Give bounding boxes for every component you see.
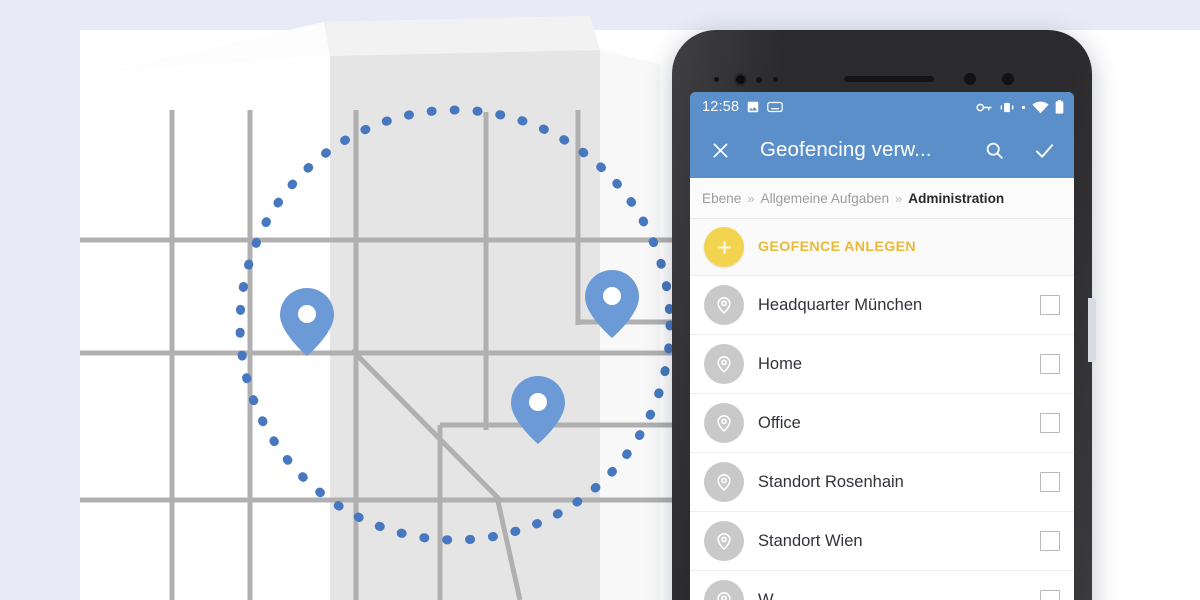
sensor-icon <box>773 77 778 82</box>
list-item[interactable]: Headquarter München <box>690 276 1074 335</box>
android-smartphone: 12:58 Geofencing verw... Ebene » Allgeme… <box>672 30 1096 600</box>
app-bar-title: Geofencing verw... <box>760 138 932 161</box>
breadcrumb-separator: » <box>747 190 755 206</box>
list-item-label: Office <box>758 413 801 432</box>
list-item[interactable]: W <box>690 571 1074 600</box>
sensor-icon <box>714 77 719 82</box>
list-item-label: W <box>758 590 774 600</box>
location-pin-icon <box>704 403 744 443</box>
plus-icon[interactable] <box>704 227 744 267</box>
status-bar-left: 12:58 <box>702 99 784 115</box>
list-item[interactable]: Office <box>690 394 1074 453</box>
earpiece-speaker <box>844 76 934 82</box>
list-item[interactable]: Standort Rosenhain <box>690 453 1074 512</box>
phone-bezel-hardware <box>672 66 1092 92</box>
app-bar: Geofencing verw... <box>690 122 1074 178</box>
keyboard-icon <box>767 101 784 113</box>
location-pin-icon <box>704 285 744 325</box>
image-icon <box>746 100 760 114</box>
list-item[interactable]: Home <box>690 335 1074 394</box>
create-geofence-button[interactable]: GEOFENCE ANLEGEN <box>690 219 1074 276</box>
proximity-sensor-icon <box>964 73 976 85</box>
breadcrumb: Ebene » Allgemeine Aufgaben » Administra… <box>690 178 1074 219</box>
list-item-checkbox[interactable] <box>1040 531 1060 551</box>
confirm-check-icon[interactable] <box>1028 134 1060 166</box>
screenshot-root: 12:58 Geofencing verw... Ebene » Allgeme… <box>0 0 1200 600</box>
location-pin-icon <box>704 344 744 384</box>
close-icon[interactable] <box>704 134 736 166</box>
list-item-label: Headquarter München <box>758 295 923 314</box>
location-pin-icon <box>704 580 744 600</box>
create-geofence-label: GEOFENCE ANLEGEN <box>758 239 916 255</box>
list-item[interactable]: Standort Wien <box>690 512 1074 571</box>
location-pin-icon <box>704 521 744 561</box>
breadcrumb-item-ebene[interactable]: Ebene <box>702 191 741 206</box>
sensor-icon <box>756 77 762 83</box>
vibrate-icon <box>999 101 1015 114</box>
list-item-checkbox[interactable] <box>1040 590 1060 600</box>
status-bar-right <box>976 100 1064 114</box>
status-bar: 12:58 <box>690 92 1074 122</box>
dot-icon <box>1021 105 1026 110</box>
list-item-label: Standort Rosenhain <box>758 472 904 491</box>
list-item-label: Home <box>758 354 803 373</box>
breadcrumb-item-allgemeine-aufgaben[interactable]: Allgemeine Aufgaben <box>761 191 889 206</box>
front-camera-icon <box>734 73 747 86</box>
geofence-list: Headquarter München Home Office Standort… <box>690 276 1074 600</box>
battery-icon <box>1055 100 1064 114</box>
power-button[interactable] <box>1088 298 1096 362</box>
vpn-key-icon <box>976 102 993 113</box>
light-sensor-icon <box>1002 73 1014 85</box>
phone-screen: 12:58 Geofencing verw... Ebene » Allgeme… <box>690 92 1074 600</box>
list-item-checkbox[interactable] <box>1040 472 1060 492</box>
location-pin-icon <box>704 462 744 502</box>
breadcrumb-item-administration[interactable]: Administration <box>908 191 1004 206</box>
status-time: 12:58 <box>702 99 740 115</box>
list-item-checkbox[interactable] <box>1040 413 1060 433</box>
list-item-checkbox[interactable] <box>1040 295 1060 315</box>
list-item-label: Standort Wien <box>758 531 863 550</box>
list-item-checkbox[interactable] <box>1040 354 1060 374</box>
breadcrumb-separator: » <box>895 190 903 206</box>
wifi-icon <box>1032 101 1049 114</box>
search-icon[interactable] <box>978 134 1010 166</box>
